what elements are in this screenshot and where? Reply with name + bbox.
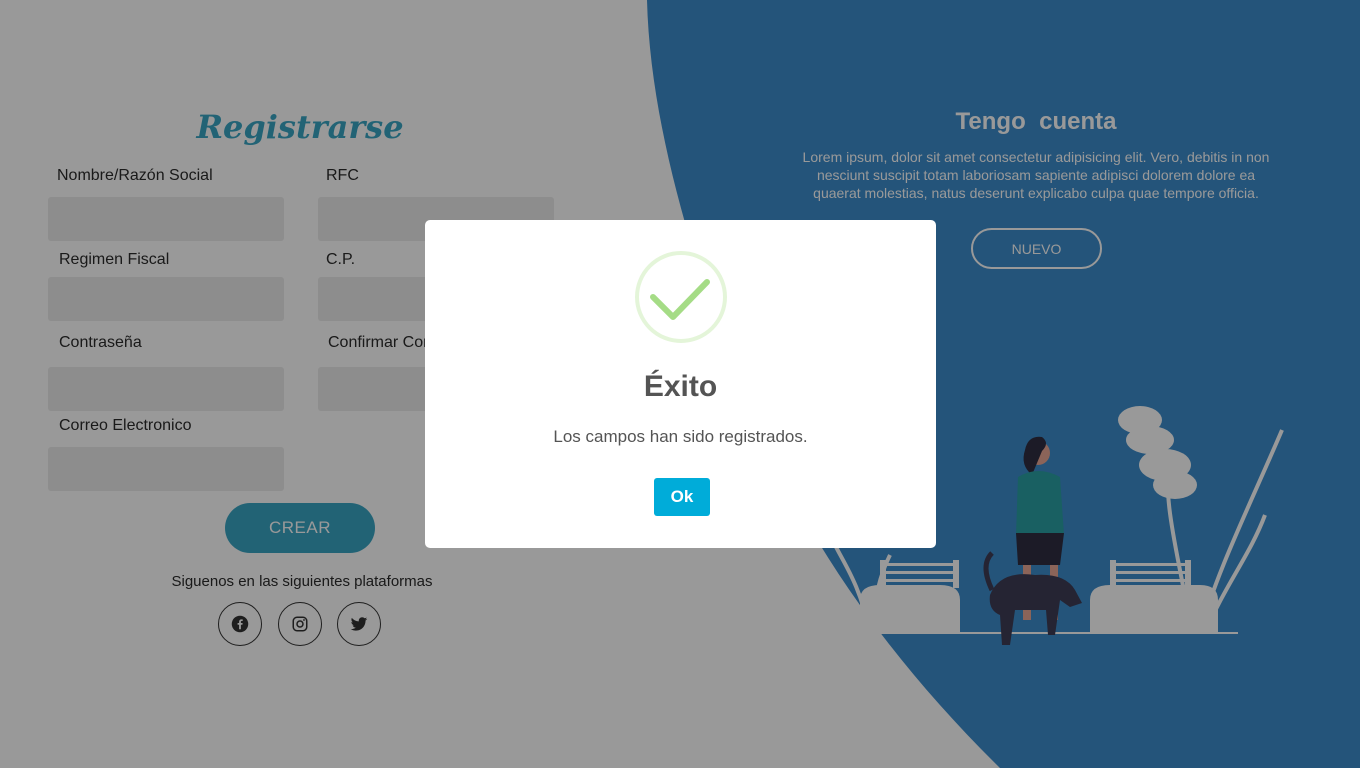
ok-button[interactable]: Ok <box>654 478 710 516</box>
success-dialog: Éxito Los campos han sido registrados. O… <box>425 220 936 548</box>
dialog-title: Éxito <box>643 370 718 403</box>
dialog-message: Los campos han sido registrados. <box>553 427 808 446</box>
success-check-icon <box>635 251 727 343</box>
